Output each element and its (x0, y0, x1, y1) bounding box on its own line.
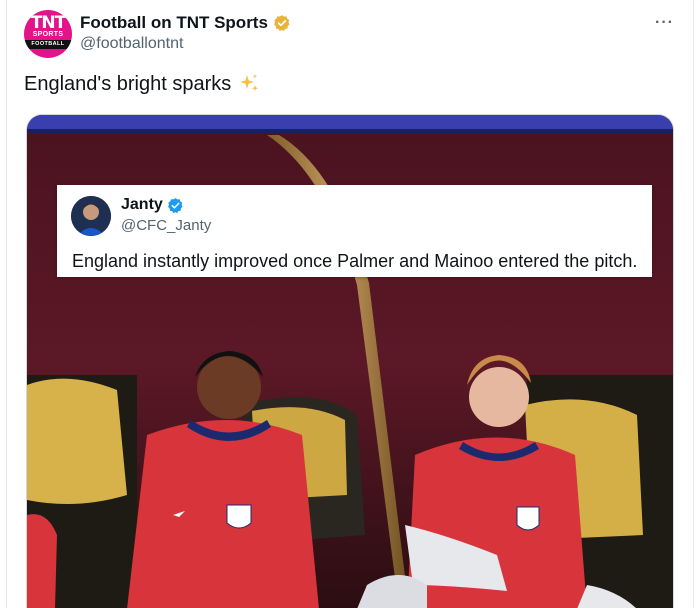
gold-verified-icon[interactable] (273, 14, 291, 32)
avatar-football-text: FOOTBALL (31, 41, 65, 47)
quoted-text: England instantly improved once Palmer a… (72, 251, 638, 271)
quoted-author-avatar[interactable] (71, 196, 111, 236)
more-options-icon[interactable]: ··· (655, 14, 674, 32)
author-display-name[interactable]: Football on TNT Sports (80, 13, 268, 33)
avatar-sports-text: SPORTS (32, 31, 64, 38)
avatar-portrait (71, 196, 111, 236)
tweet-header: TNT SPORTS FOOTBALL Football on TNT Spor… (24, 10, 684, 60)
sparkles-icon (240, 74, 259, 92)
tweet-media[interactable]: Janty @CFC_Janty England instantly impro… (26, 114, 674, 608)
quoted-display-name[interactable]: Janty (121, 196, 163, 214)
tweet-body: England's bright sparks (24, 72, 232, 95)
quoted-post[interactable]: Janty @CFC_Janty England instantly impro… (57, 185, 652, 277)
quoted-name-row: Janty (121, 196, 184, 214)
quoted-handle[interactable]: @CFC_Janty (121, 217, 211, 234)
avatar-logo-text: TNT (30, 13, 66, 33)
author-avatar[interactable]: TNT SPORTS FOOTBALL (24, 10, 72, 58)
blue-verified-icon (167, 197, 183, 213)
author-name-row: Football on TNT Sports (80, 12, 291, 34)
tweet-text: England's bright sparks (24, 72, 261, 96)
author-handle[interactable]: @footballontnt (80, 35, 183, 53)
